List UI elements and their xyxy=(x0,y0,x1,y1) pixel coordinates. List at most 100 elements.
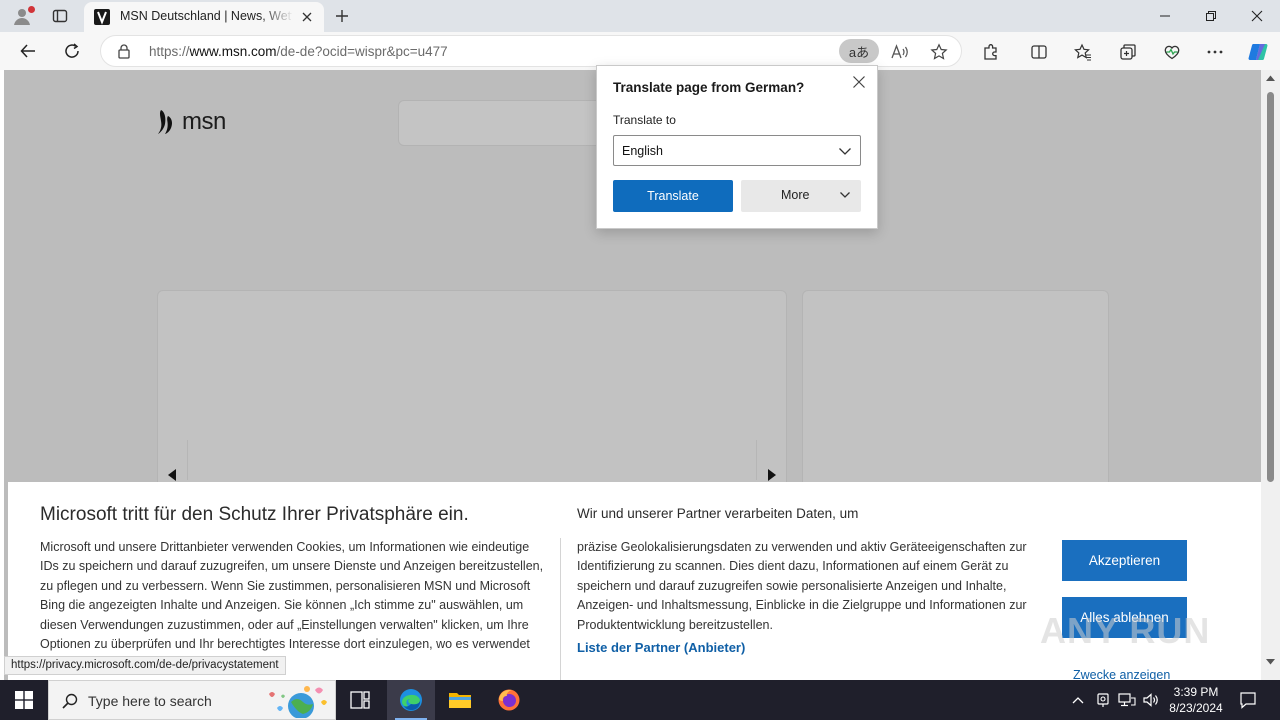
network-button[interactable] xyxy=(1117,690,1137,710)
clock-date: 8/23/2024 xyxy=(1169,701,1223,715)
consent-title: Microsoft tritt für den Schutz Ihrer Pri… xyxy=(40,504,469,525)
chevron-up-icon xyxy=(1072,697,1084,704)
device-icon xyxy=(1097,693,1109,707)
speaker-icon xyxy=(1143,693,1158,707)
favorites-button[interactable] xyxy=(1068,39,1098,65)
chevron-down-icon xyxy=(839,148,851,155)
close-icon xyxy=(302,12,312,22)
target-language-select[interactable]: English xyxy=(613,135,861,166)
translate-popup-title: Translate page from German? xyxy=(613,80,805,95)
tab-close-button[interactable] xyxy=(298,8,316,26)
network-icon xyxy=(1118,693,1136,707)
profile-button[interactable] xyxy=(6,4,38,28)
windows-logo-icon xyxy=(15,691,33,709)
lock-icon[interactable] xyxy=(117,43,131,64)
taskbar-clock[interactable]: 3:39 PM 8/23/2024 xyxy=(1162,684,1230,716)
tab-actions-button[interactable] xyxy=(46,4,74,28)
page-scrollbar[interactable] xyxy=(1261,70,1280,680)
tab-strip: MSN Deutschland | News, Wetter, Sport xyxy=(0,0,1280,32)
firefox-icon xyxy=(498,689,520,711)
more-label: More xyxy=(781,188,810,202)
split-screen-button[interactable] xyxy=(1024,39,1054,65)
edge-taskbar-button[interactable] xyxy=(387,680,435,720)
edge-icon xyxy=(400,689,422,711)
translate-to-label: Translate to xyxy=(613,113,676,127)
msn-search-box[interactable] xyxy=(398,100,608,146)
address-bar[interactable]: https://www.msn.com/de-de?ocid=wispr&pc=… xyxy=(100,35,962,67)
msn-butterfly-icon xyxy=(158,110,172,134)
tray-device-icon[interactable] xyxy=(1093,690,1113,710)
url-prefix: https:// xyxy=(149,44,190,59)
consent-divider xyxy=(560,538,561,680)
active-tab[interactable]: MSN Deutschland | News, Wetter, Sport xyxy=(84,2,324,32)
tab-actions-icon xyxy=(52,9,68,23)
url-host: www.msn.com xyxy=(189,44,277,59)
watermark-text: ANY RUN xyxy=(1040,610,1211,651)
copilot-button[interactable] xyxy=(1243,39,1273,65)
search-highlight-globe-icon xyxy=(269,686,327,718)
collections-button[interactable] xyxy=(1113,39,1143,65)
extensions-button[interactable] xyxy=(976,39,1006,65)
anyrun-watermark: ANY RUN xyxy=(1040,610,1210,652)
partner-heading: Wir und unserer Partner verarbeiten Date… xyxy=(577,506,859,521)
consent-body: Microsoft und unsere Drittanbieter verwe… xyxy=(40,540,544,652)
scroll-down-icon[interactable] xyxy=(1265,658,1276,666)
favorite-button[interactable] xyxy=(927,40,951,64)
copilot-icon xyxy=(1248,44,1268,60)
notifications-button[interactable] xyxy=(1236,688,1260,712)
taskbar-search-box[interactable]: Type here to search xyxy=(48,680,336,720)
translate-popup: Translate page from German? Translate to… xyxy=(596,65,878,229)
minimize-button[interactable] xyxy=(1142,0,1188,32)
notification-icon xyxy=(1240,692,1256,709)
browser-essentials-button[interactable] xyxy=(1157,39,1187,65)
show-purposes-link[interactable]: Zwecke anzeigen xyxy=(1073,668,1170,680)
puzzle-icon xyxy=(984,44,997,60)
tab-title-fade xyxy=(260,6,294,28)
show-hidden-icons-button[interactable] xyxy=(1068,690,1088,710)
translate-more-button[interactable]: More xyxy=(741,180,861,212)
heart-pulse-icon xyxy=(1164,45,1180,60)
read-aloud-button[interactable] xyxy=(888,40,912,64)
scroll-up-icon[interactable] xyxy=(1265,74,1276,82)
folder-icon xyxy=(449,693,471,708)
search-placeholder: Type here to search xyxy=(88,693,212,709)
notification-dot xyxy=(28,6,35,13)
translate-popup-close-button[interactable] xyxy=(851,74,867,90)
minimize-icon xyxy=(1160,15,1170,17)
arrow-left-icon xyxy=(20,44,35,58)
status-url-preview: https://privacy.microsoft.com/de-de/priv… xyxy=(4,656,286,675)
settings-more-button[interactable] xyxy=(1200,39,1230,65)
task-view-button[interactable] xyxy=(336,680,384,720)
restore-button[interactable] xyxy=(1188,0,1234,32)
file-explorer-taskbar-button[interactable] xyxy=(436,680,484,720)
volume-button[interactable] xyxy=(1141,690,1161,710)
translate-button[interactable]: aあ xyxy=(839,39,879,63)
msn-favicon-icon xyxy=(94,9,110,25)
window-close-button[interactable] xyxy=(1234,0,1280,32)
firefox-taskbar-button[interactable] xyxy=(485,680,533,720)
partner-body: präzise Geolokalisierungsdaten zu verwen… xyxy=(577,540,1027,632)
carousel-divider xyxy=(756,440,757,480)
refresh-icon xyxy=(65,43,79,58)
collections-icon xyxy=(1120,44,1136,60)
read-aloud-icon xyxy=(891,44,908,59)
translate-icon: aあ xyxy=(848,44,870,60)
task-view-icon xyxy=(350,691,370,709)
msn-logo-text: msn xyxy=(182,108,226,135)
more-dots-icon xyxy=(1207,50,1223,54)
new-tab-button[interactable] xyxy=(330,4,354,28)
accept-button[interactable]: Akzeptieren xyxy=(1062,540,1187,581)
refresh-button[interactable] xyxy=(58,38,86,64)
translate-confirm-button[interactable]: Translate xyxy=(613,180,733,212)
scroll-thumb[interactable] xyxy=(1267,92,1274,482)
partner-list-link[interactable]: Liste der Partner (Anbieter) xyxy=(577,640,745,655)
start-button[interactable] xyxy=(0,680,48,720)
search-icon xyxy=(62,693,78,709)
url-text[interactable]: https://www.msn.com/de-de?ocid=wispr&pc=… xyxy=(149,44,448,59)
close-icon xyxy=(853,76,865,88)
split-screen-icon xyxy=(1031,45,1047,59)
clock-time: 3:39 PM xyxy=(1173,685,1219,699)
back-button[interactable] xyxy=(14,38,42,64)
star-icon xyxy=(930,43,948,60)
msn-logo[interactable]: msn xyxy=(156,108,226,136)
